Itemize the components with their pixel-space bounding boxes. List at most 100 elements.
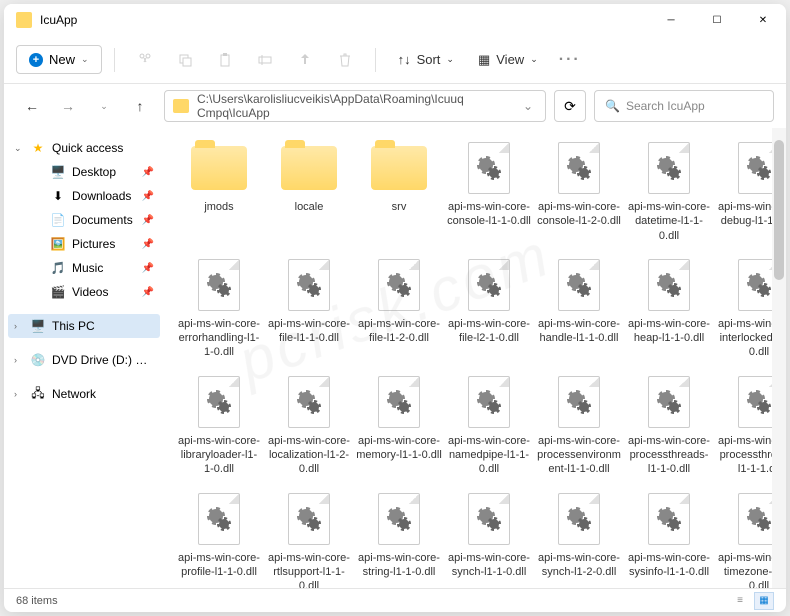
file-item[interactable]: api-ms-win-core-file-l1-1-0.dll	[266, 257, 352, 360]
star-icon: ★	[30, 140, 46, 156]
forward-button[interactable]: →	[52, 90, 84, 122]
file-item[interactable]: api-ms-win-core-datetime-l1-1-0.dll	[626, 140, 712, 243]
pin-icon: 📌	[142, 239, 154, 250]
scrollbar[interactable]	[772, 128, 786, 588]
file-name: api-ms-win-core-processthreads-l1-1-0.dl…	[626, 434, 712, 477]
file-item[interactable]: api-ms-win-core-rtlsupport-l1-1-0.dll	[266, 491, 352, 588]
sidebar-item-desktop[interactable]: 🖥️Desktop📌	[28, 160, 160, 184]
sidebar-item-label: Documents	[72, 213, 136, 227]
quick-access[interactable]: ⌄ ★ Quick access	[8, 136, 160, 160]
file-item[interactable]: api-ms-win-core-processthreads-l1-1-0.dl…	[626, 374, 712, 477]
file-name: api-ms-win-core-heap-l1-1-0.dll	[626, 317, 712, 346]
refresh-button[interactable]: ⟳	[554, 90, 586, 122]
folder-item[interactable]: jmods	[176, 140, 262, 243]
pc-icon: 🖥️	[30, 318, 46, 334]
folder-item[interactable]: srv	[356, 140, 442, 243]
more-options-button[interactable]: ···	[552, 44, 588, 76]
file-item[interactable]: api-ms-win-core-console-l1-2-0.dll	[536, 140, 622, 243]
delete-button[interactable]	[327, 44, 363, 76]
file-item[interactable]: api-ms-win-core-namedpipe-l1-1-0.dll	[446, 374, 532, 477]
file-item[interactable]: api-ms-win-core-sysinfo-l1-1-0.dll	[626, 491, 712, 588]
cut-button[interactable]	[127, 44, 163, 76]
new-button[interactable]: + New ⌄	[16, 45, 102, 74]
icons-view-button[interactable]: ▦	[754, 592, 774, 610]
share-button[interactable]	[287, 44, 323, 76]
file-name: api-ms-win-core-processenvironment-l1-1-…	[536, 434, 622, 477]
network[interactable]: › 🖧 Network	[8, 382, 160, 406]
scrollbar-thumb[interactable]	[774, 140, 784, 280]
file-name: jmods	[204, 200, 233, 214]
dll-icon	[198, 493, 240, 545]
sidebar-item-downloads[interactable]: ⬇Downloads📌	[28, 184, 160, 208]
this-pc[interactable]: › 🖥️ This PC	[8, 314, 160, 338]
close-button[interactable]: ✕	[740, 4, 786, 36]
file-name: api-ms-win-core-string-l1-1-0.dll	[356, 551, 442, 580]
sidebar-item-videos[interactable]: 🎬Videos📌	[28, 280, 160, 304]
up-button[interactable]: ↑	[124, 90, 156, 122]
file-item[interactable]: api-ms-win-core-memory-l1-1-0.dll	[356, 374, 442, 477]
file-item[interactable]: api-ms-win-core-string-l1-1-0.dll	[356, 491, 442, 588]
address-field[interactable]: C:\Users\karolisliucveikis\AppData\Roami…	[164, 90, 546, 122]
search-input[interactable]: 🔍 Search IcuApp	[594, 90, 774, 122]
address-bar: ← → ⌄ ↑ C:\Users\karolisliucveikis\AppDa…	[4, 84, 786, 128]
pin-icon: 📌	[142, 263, 154, 274]
file-list[interactable]: jmodslocalesrvapi-ms-win-core-console-l1…	[164, 128, 786, 588]
file-item[interactable]: api-ms-win-core-errorhandling-l1-1-0.dll	[176, 257, 262, 360]
titlebar[interactable]: IcuApp ─ ☐ ✕	[4, 4, 786, 36]
nav-icon: 🎵	[50, 260, 66, 276]
file-item[interactable]: api-ms-win-core-heap-l1-1-0.dll	[626, 257, 712, 360]
this-pc-label: This PC	[52, 319, 154, 333]
file-item[interactable]: api-ms-win-core-synch-l1-1-0.dll	[446, 491, 532, 588]
dll-icon	[468, 376, 510, 428]
chevron-down-icon: ⌄	[446, 54, 454, 65]
folder-item[interactable]: locale	[266, 140, 352, 243]
file-name: api-ms-win-core-console-l1-2-0.dll	[536, 200, 622, 229]
sidebar-item-label: Music	[72, 261, 136, 275]
file-item[interactable]: api-ms-win-core-file-l1-2-0.dll	[356, 257, 442, 360]
copy-button[interactable]	[167, 44, 203, 76]
view-menu[interactable]: ▦ View ⌄	[468, 46, 548, 74]
dll-icon	[198, 376, 240, 428]
rename-button[interactable]	[247, 44, 283, 76]
quick-access-label: Quick access	[52, 141, 154, 155]
back-button[interactable]: ←	[16, 90, 48, 122]
file-item[interactable]: api-ms-win-core-console-l1-1-0.dll	[446, 140, 532, 243]
paste-button[interactable]	[207, 44, 243, 76]
dvd-drive[interactable]: › 💿 DVD Drive (D:) CCCC	[8, 348, 160, 372]
folder-icon	[191, 146, 247, 190]
file-item[interactable]: api-ms-win-core-synch-l1-2-0.dll	[536, 491, 622, 588]
sort-menu[interactable]: ↑↓ Sort ⌄	[388, 46, 464, 73]
view-label: View	[496, 52, 524, 67]
file-item[interactable]: api-ms-win-core-processenvironment-l1-1-…	[536, 374, 622, 477]
file-name: api-ms-win-core-localization-l1-2-0.dll	[266, 434, 352, 477]
sidebar-item-music[interactable]: 🎵 Music 📌	[28, 256, 160, 280]
file-item[interactable]: api-ms-win-core-file-l2-1-0.dll	[446, 257, 532, 360]
minimize-button[interactable]: ─	[648, 4, 694, 36]
dvd-label: DVD Drive (D:) CCCC	[52, 353, 154, 367]
network-icon: 🖧	[30, 386, 46, 402]
nav-icon: 🎬	[50, 284, 66, 300]
file-name: api-ms-win-core-memory-l1-1-0.dll	[356, 434, 442, 463]
recent-locations-button[interactable]: ⌄	[88, 90, 120, 122]
file-item[interactable]: api-ms-win-core-handle-l1-1-0.dll	[536, 257, 622, 360]
maximize-button[interactable]: ☐	[694, 4, 740, 36]
pin-icon: 📌	[142, 167, 154, 178]
sidebar-item-documents[interactable]: 📄Documents📌	[28, 208, 160, 232]
window-title: IcuApp	[40, 13, 648, 27]
sidebar-item-label: Videos	[72, 285, 136, 299]
dll-icon	[648, 259, 690, 311]
separator	[375, 48, 376, 72]
file-name: api-ms-win-core-errorhandling-l1-1-0.dll	[176, 317, 262, 360]
dll-icon	[288, 493, 330, 545]
file-item[interactable]: api-ms-win-core-profile-l1-1-0.dll	[176, 491, 262, 588]
file-item[interactable]: api-ms-win-core-libraryloader-l1-1-0.dll	[176, 374, 262, 477]
sidebar-item-pictures[interactable]: 🖼️Pictures📌	[28, 232, 160, 256]
chevron-down-icon[interactable]: ⌄	[519, 99, 537, 113]
plus-icon: +	[29, 53, 43, 67]
sidebar-item-label: Desktop	[72, 165, 136, 179]
file-item[interactable]: api-ms-win-core-localization-l1-2-0.dll	[266, 374, 352, 477]
dll-icon	[648, 376, 690, 428]
dll-icon	[558, 493, 600, 545]
details-view-button[interactable]: ≡	[730, 592, 750, 610]
dll-icon	[648, 493, 690, 545]
